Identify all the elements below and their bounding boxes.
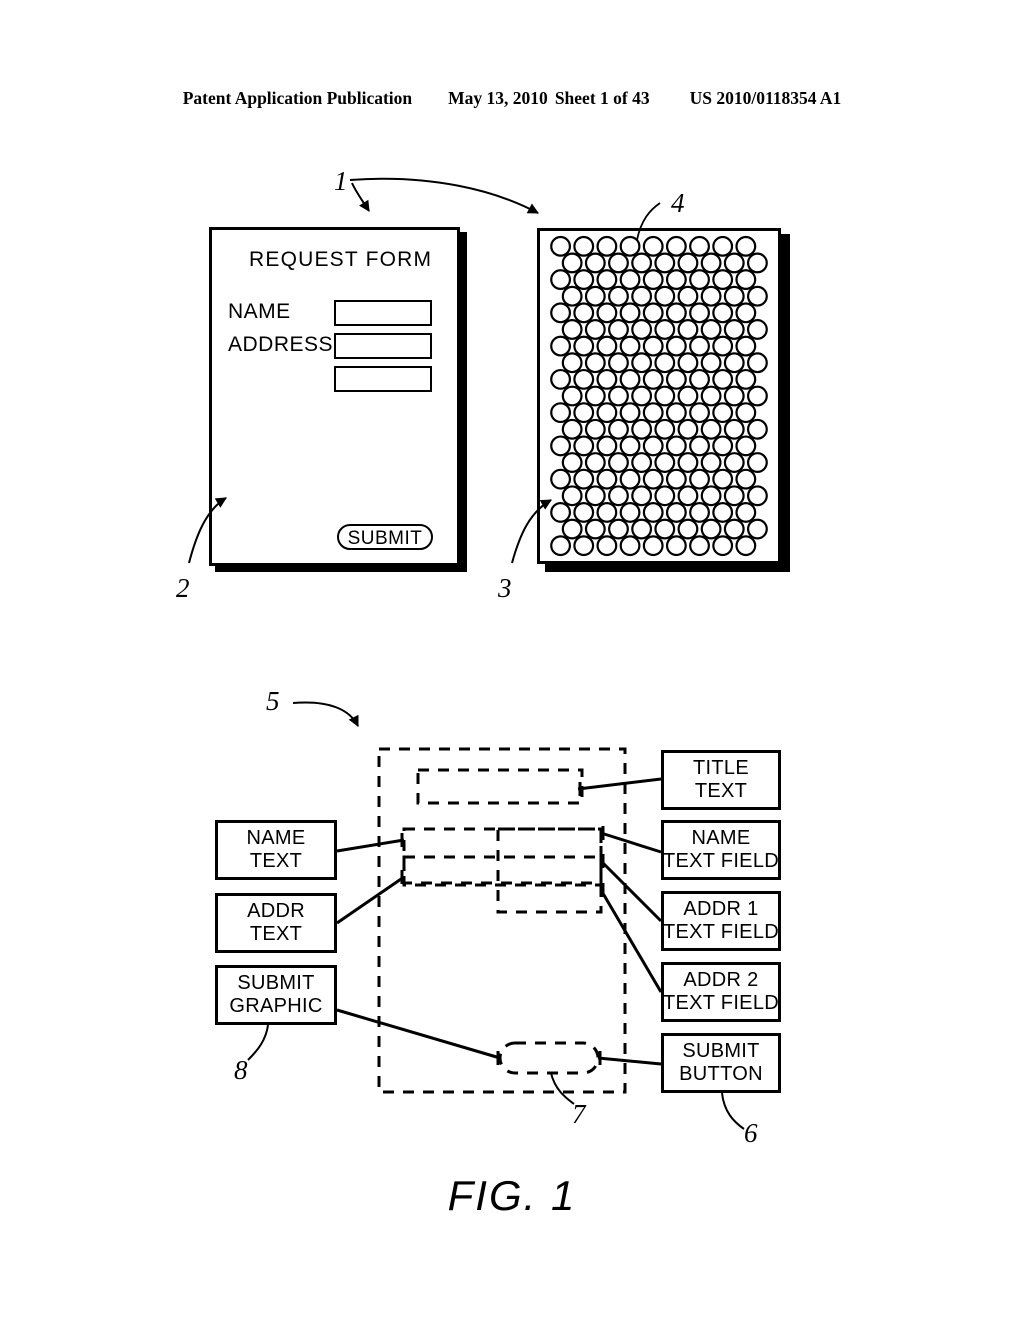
leader-2 — [188, 497, 227, 564]
connector-title-text — [577, 777, 662, 791]
leader-3 — [511, 499, 552, 564]
dashed-addr2-region — [496, 827, 603, 914]
dashed-page-description — [377, 747, 627, 1094]
leader-1-left — [351, 182, 370, 212]
ref-numeral-7: 7 — [572, 1099, 586, 1129]
leader-6 — [721, 1092, 745, 1130]
ref-numeral-2: 2 — [176, 573, 190, 603]
figure-caption: FIG. 1 — [447, 1172, 577, 1219]
connector-name-field — [600, 831, 662, 854]
ref-numeral-4: 4 — [671, 188, 685, 218]
ref-numeral-6: 6 — [744, 1118, 758, 1148]
leader-8 — [247, 1024, 269, 1061]
connector-addr1-field — [599, 859, 663, 923]
figure-linework — [188, 177, 745, 1130]
ref-numeral-1: 1 — [334, 166, 348, 196]
ref-numeral-8: 8 — [234, 1055, 248, 1085]
ref-numeral-3: 3 — [498, 573, 512, 603]
patent-drawing-sheet: Patent Application Publication May 13, 20… — [0, 0, 1024, 1320]
connector-name-text — [336, 838, 405, 853]
leader-4 — [636, 202, 661, 241]
leader-5 — [292, 701, 359, 727]
dashed-title-region — [416, 768, 584, 805]
ref-numeral-5: 5 — [266, 686, 280, 716]
dashed-submit-region — [498, 1041, 600, 1075]
connector-submit-graphic — [336, 1008, 501, 1060]
dashed-addr1-region — [402, 855, 603, 887]
connector-addr-text — [336, 875, 405, 925]
connector-submit-button — [597, 1056, 662, 1066]
leader-7 — [550, 1072, 575, 1105]
connector-addr2-field — [599, 889, 663, 993]
leader-1-right — [349, 177, 539, 214]
